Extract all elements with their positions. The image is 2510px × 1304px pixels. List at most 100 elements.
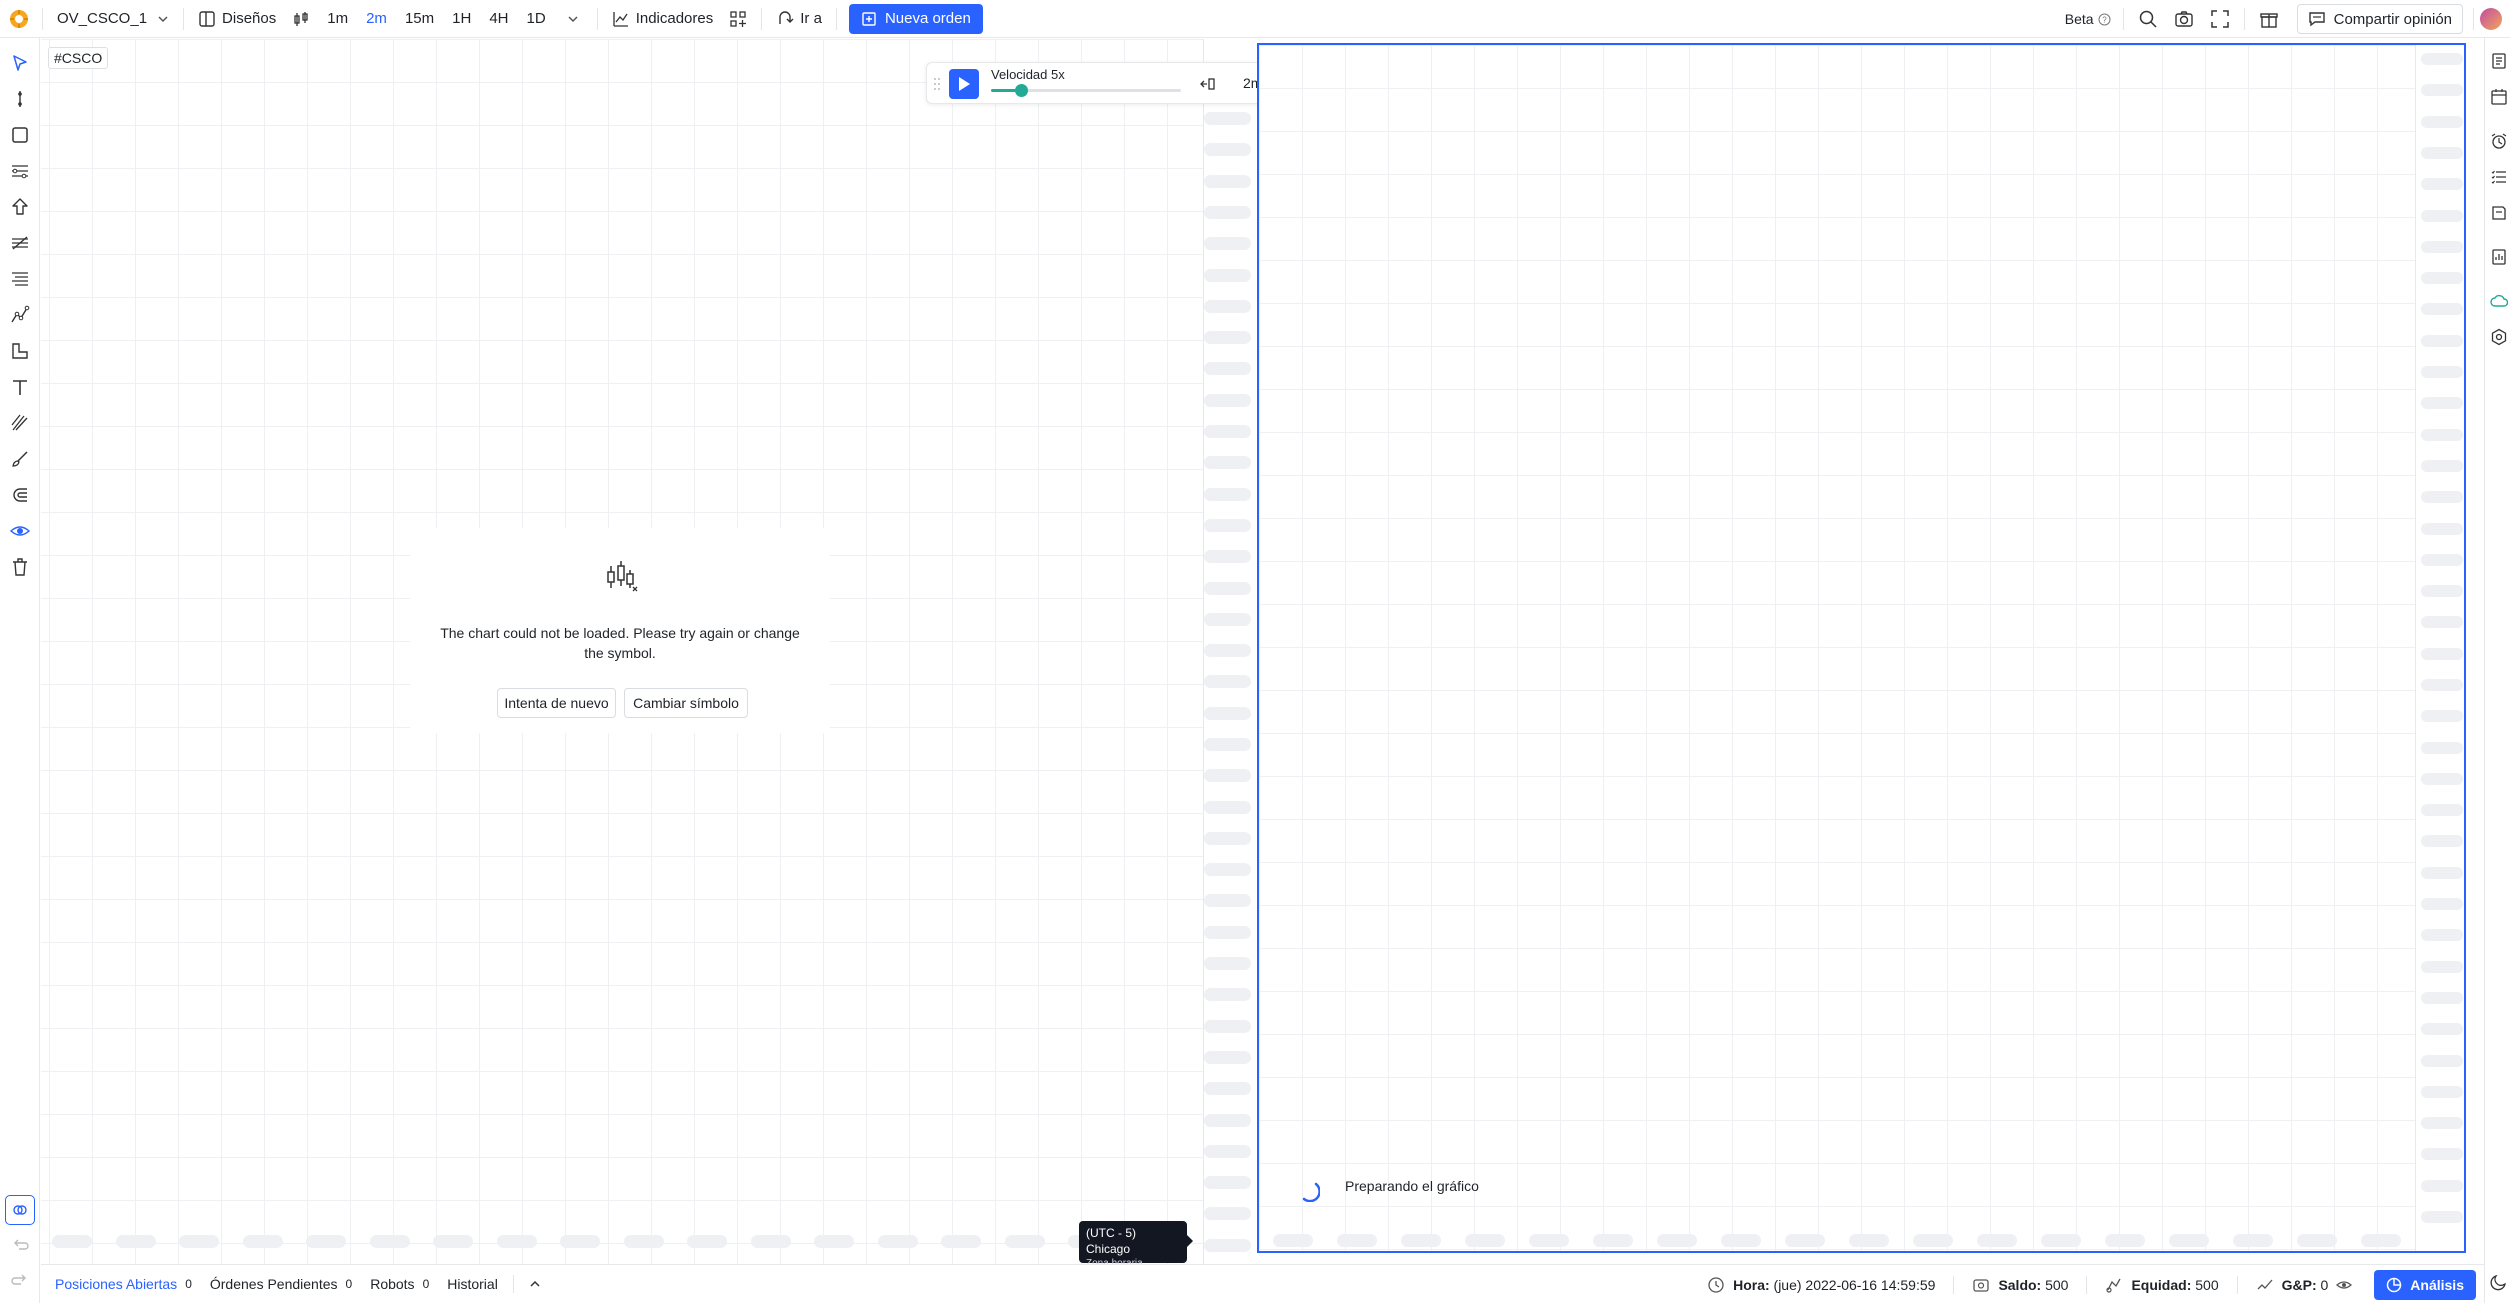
indicators-button[interactable]: Indicadores xyxy=(604,0,722,38)
change-symbol-button[interactable]: Cambiar símbolo xyxy=(624,688,748,718)
gift-button[interactable] xyxy=(2251,0,2287,38)
axis-placeholder xyxy=(2421,835,2463,847)
axis-placeholder xyxy=(1849,1234,1889,1247)
vertical-line-icon[interactable] xyxy=(8,87,32,111)
axis-placeholder xyxy=(2421,84,2463,96)
timeframe-4h[interactable]: 4H xyxy=(480,0,517,38)
right-price-axis[interactable] xyxy=(2415,45,2464,1251)
rectangle-icon[interactable] xyxy=(8,123,32,147)
arrow-up-icon[interactable] xyxy=(8,195,32,219)
symbol-tag[interactable]: #CSCO xyxy=(48,47,109,69)
sync-icon[interactable] xyxy=(5,1195,35,1225)
tab-history[interactable]: Historial xyxy=(438,1276,507,1292)
text-icon[interactable] xyxy=(8,375,32,399)
new-order-label: Nueva orden xyxy=(884,10,971,27)
cloud-icon[interactable] xyxy=(2490,292,2508,310)
screenshot-button[interactable] xyxy=(2166,0,2202,38)
cursor-icon[interactable] xyxy=(8,51,32,75)
designs-button[interactable]: Diseños xyxy=(190,0,284,38)
pattern-icon[interactable] xyxy=(8,303,32,327)
parallel-lines-icon[interactable] xyxy=(8,267,32,291)
tab-pending-orders[interactable]: Órdenes Pendientes 0 xyxy=(201,1276,361,1292)
beta-label: Beta xyxy=(2064,11,2094,27)
avatar[interactable] xyxy=(2480,8,2502,30)
tab-robots[interactable]: Robots 0 xyxy=(361,1276,438,1292)
share-opinion-button[interactable]: Compartir opinión xyxy=(2296,4,2463,34)
axis-placeholder xyxy=(2297,1234,2337,1247)
analysis-button[interactable]: Análisis xyxy=(2374,1269,2476,1300)
logo-icon[interactable] xyxy=(0,0,36,38)
step-back-icon[interactable] xyxy=(1199,74,1219,94)
templates-button[interactable] xyxy=(721,0,755,38)
tab-count: 0 xyxy=(345,1277,353,1291)
new-order-button[interactable]: Nueva orden xyxy=(848,3,983,34)
pnl-value: 0 xyxy=(2320,1276,2329,1293)
speed-slider[interactable] xyxy=(991,84,1181,97)
axis-placeholder xyxy=(2421,1086,2463,1098)
magnet-icon[interactable] xyxy=(8,483,32,507)
axis-placeholder xyxy=(1204,613,1251,626)
axis-placeholder xyxy=(2421,366,2463,378)
report-icon[interactable] xyxy=(2490,248,2508,266)
alarm-icon[interactable] xyxy=(2490,132,2508,150)
axis-placeholder xyxy=(2421,616,2463,628)
axis-placeholder xyxy=(1204,926,1251,939)
multi-brush-icon[interactable] xyxy=(8,411,32,435)
axis-placeholder xyxy=(2421,272,2463,284)
axis-placeholder xyxy=(2421,585,2463,597)
timezone-tooltip: (UTC - 5) Chicago Zona horaria xyxy=(1079,1221,1193,1269)
axis-placeholder xyxy=(2169,1234,2209,1247)
pnl-stat: G&P: 0 xyxy=(2244,1276,2365,1294)
calendar-icon[interactable] xyxy=(2490,88,2508,106)
bottom-panel-bar: Posiciones Abiertas 0 Órdenes Pendientes… xyxy=(41,1264,2484,1303)
play-button[interactable] xyxy=(949,69,979,99)
chart-error-card: The chart could not be loaded. Please tr… xyxy=(410,528,830,733)
timeframe-1d[interactable]: 1D xyxy=(518,0,555,38)
balance-value: 500 xyxy=(2045,1276,2069,1293)
redo-icon[interactable] xyxy=(8,1268,32,1292)
axis-placeholder xyxy=(2421,491,2463,503)
pitchfork-icon[interactable] xyxy=(8,159,32,183)
speed-label: Velocidad 5x xyxy=(991,67,1065,82)
right-chart-pane[interactable] xyxy=(1257,43,2466,1253)
layout-name: OV_CSCO_1 xyxy=(57,10,148,27)
axis-placeholder xyxy=(2421,773,2463,785)
timeframe-15m[interactable]: 15m xyxy=(396,0,443,38)
undo-icon[interactable] xyxy=(8,1233,32,1257)
layout-selector[interactable]: OV_CSCO_1 xyxy=(49,0,177,38)
chevron-down-icon xyxy=(568,15,578,22)
expand-panel-button[interactable] xyxy=(520,1278,550,1290)
retry-button[interactable]: Intenta de nuevo xyxy=(497,688,616,718)
settings-icon[interactable] xyxy=(2490,328,2508,346)
indicators-label: Indicadores xyxy=(635,10,714,27)
axis-placeholder xyxy=(2421,210,2463,222)
axis-placeholder xyxy=(1204,582,1251,595)
timeframe-dropdown[interactable] xyxy=(555,0,591,38)
tab-open-positions[interactable]: Posiciones Abiertas 0 xyxy=(41,1276,201,1292)
brush-icon[interactable] xyxy=(8,447,32,471)
fullscreen-button[interactable] xyxy=(2202,0,2238,38)
eye-icon[interactable] xyxy=(8,519,32,543)
theme-icon[interactable] xyxy=(2490,1273,2508,1291)
notes-icon[interactable] xyxy=(2490,204,2508,222)
axis-placeholder xyxy=(2421,742,2463,754)
eye-icon[interactable] xyxy=(2336,1277,2353,1293)
axis-placeholder xyxy=(2361,1234,2401,1247)
timeframe-2m[interactable]: 2m xyxy=(357,0,396,38)
drag-handle-icon[interactable] xyxy=(933,77,941,91)
goto-button[interactable]: Ir a xyxy=(768,0,830,38)
chart-type-button[interactable] xyxy=(284,0,318,38)
axis-placeholder xyxy=(1204,1239,1251,1252)
loading-spinner-icon xyxy=(1298,1180,1320,1202)
list-icon[interactable] xyxy=(2490,168,2508,186)
measure-icon[interactable] xyxy=(8,339,32,363)
speed-slider-handle[interactable] xyxy=(1015,84,1029,97)
timeframe-1h[interactable]: 1H xyxy=(443,0,480,38)
watchlist-icon[interactable] xyxy=(2490,52,2508,70)
beta-badge[interactable]: Beta ? xyxy=(2059,11,2117,27)
axis-placeholder xyxy=(1204,519,1251,532)
fib-icon[interactable] xyxy=(8,231,32,255)
trash-icon[interactable] xyxy=(8,555,32,579)
search-button[interactable] xyxy=(2130,0,2166,38)
timeframe-1m[interactable]: 1m xyxy=(318,0,357,38)
